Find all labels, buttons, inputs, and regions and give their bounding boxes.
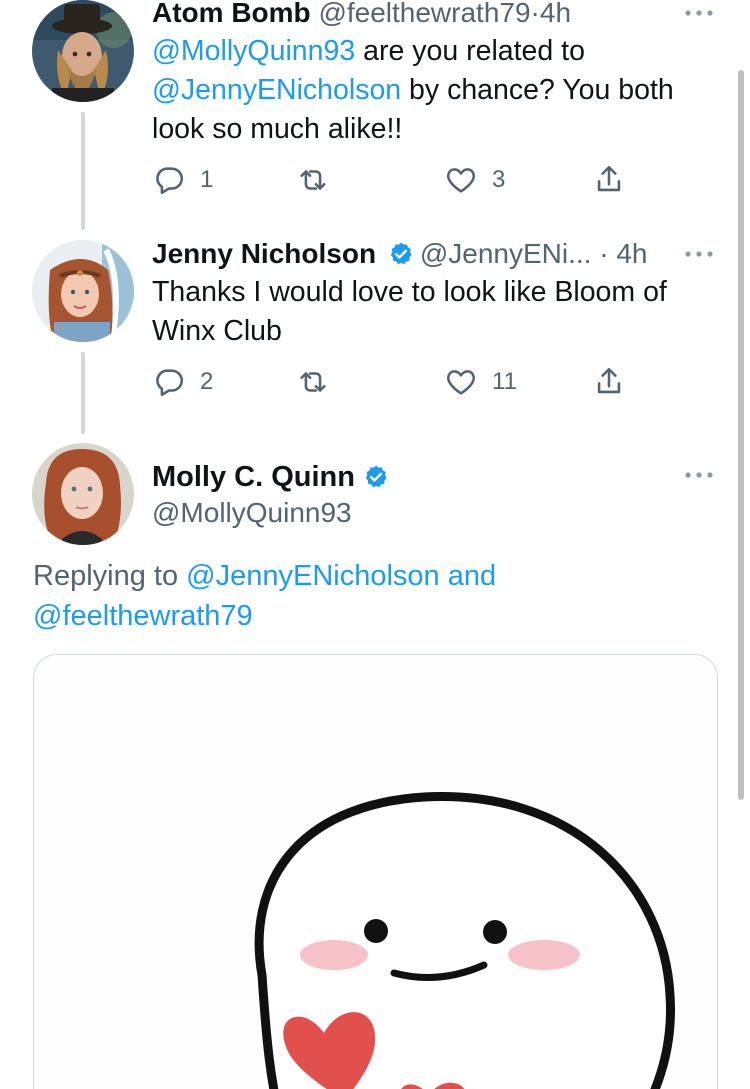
like-count: 11 xyxy=(492,368,517,395)
tweet-text: Thanks I would love to look like Bloom o… xyxy=(152,276,667,347)
tweet-header: Jenny Nicholson @JennyENi... · 4h xyxy=(152,236,654,272)
author-name[interactable]: Jenny Nicholson xyxy=(152,238,376,269)
replying-and[interactable]: and xyxy=(440,560,496,592)
tweet-media-image[interactable] xyxy=(33,654,718,1089)
cartoon-blob-image xyxy=(34,655,717,1089)
replying-to: Replying to @JennyENicholson and @feelth… xyxy=(33,556,593,636)
reply-count: 2 xyxy=(200,368,214,395)
share-button[interactable] xyxy=(592,362,626,402)
mention-link[interactable]: @JennyENicholson xyxy=(186,560,440,592)
time-separator: · xyxy=(530,0,540,28)
thread-connector-line xyxy=(81,352,85,434)
heart-icon xyxy=(447,370,475,395)
author-handle[interactable]: @feelthewrath79 xyxy=(318,0,530,28)
tweet-text-segment: are you related to xyxy=(355,35,585,67)
mention-link[interactable]: @JennyENicholson xyxy=(152,74,401,106)
retweet-icon xyxy=(300,372,326,392)
more-icon[interactable] xyxy=(684,470,714,480)
share-icon xyxy=(597,367,621,394)
tweet-time[interactable]: 4h xyxy=(616,238,647,269)
like-button[interactable]: 3 xyxy=(444,160,505,200)
heart-icon xyxy=(447,168,475,193)
verified-badge-icon xyxy=(390,242,412,265)
author-handle[interactable]: @JennyENi... xyxy=(420,238,592,269)
author-handle[interactable]: @MollyQuinn93 xyxy=(152,495,352,531)
tweet-actions: 2 11 xyxy=(152,362,632,402)
reply-count: 1 xyxy=(200,166,214,193)
tweet-text: @MollyQuinn93 are you related to @JennyE… xyxy=(152,32,720,149)
more-icon[interactable] xyxy=(684,8,714,18)
verified-badge-icon xyxy=(365,465,387,488)
mention-link[interactable]: @feelthewrath79 xyxy=(33,600,253,632)
author-name[interactable]: Atom Bomb xyxy=(152,0,311,28)
avatar-jenny-nicholson[interactable] xyxy=(32,240,134,342)
time-separator: · xyxy=(599,238,609,269)
scrollbar[interactable] xyxy=(738,70,744,800)
tweet-time[interactable]: 4h xyxy=(540,0,571,28)
retweet-icon xyxy=(300,170,326,190)
avatar-molly-quinn[interactable] xyxy=(32,443,134,545)
share-button[interactable] xyxy=(592,160,626,200)
more-icon[interactable] xyxy=(684,249,714,259)
like-button[interactable]: 11 xyxy=(444,362,517,402)
replying-prefix: Replying to xyxy=(33,560,187,592)
reply-icon xyxy=(156,369,184,397)
reply-button[interactable]: 1 xyxy=(152,160,213,200)
like-count: 3 xyxy=(492,166,506,193)
thread-connector-line xyxy=(81,112,85,230)
author-name[interactable]: Molly C. Quinn xyxy=(152,461,355,493)
reply-icon xyxy=(156,167,184,195)
avatar-atom-bomb[interactable] xyxy=(32,0,134,102)
retweet-button[interactable] xyxy=(296,160,330,200)
mention-link[interactable]: @MollyQuinn93 xyxy=(152,35,355,67)
retweet-button[interactable] xyxy=(296,362,330,402)
tweet-header: Atom Bomb @feelthewrath79·4h xyxy=(152,0,654,31)
reply-button[interactable]: 2 xyxy=(152,362,213,402)
author-name-row: Molly C. Quinn xyxy=(152,458,395,496)
tweet-actions: 1 3 xyxy=(152,160,632,200)
tweet-thread: Atom Bomb @feelthewrath79·4h @MollyQuinn… xyxy=(0,0,750,1089)
share-icon xyxy=(597,165,621,192)
